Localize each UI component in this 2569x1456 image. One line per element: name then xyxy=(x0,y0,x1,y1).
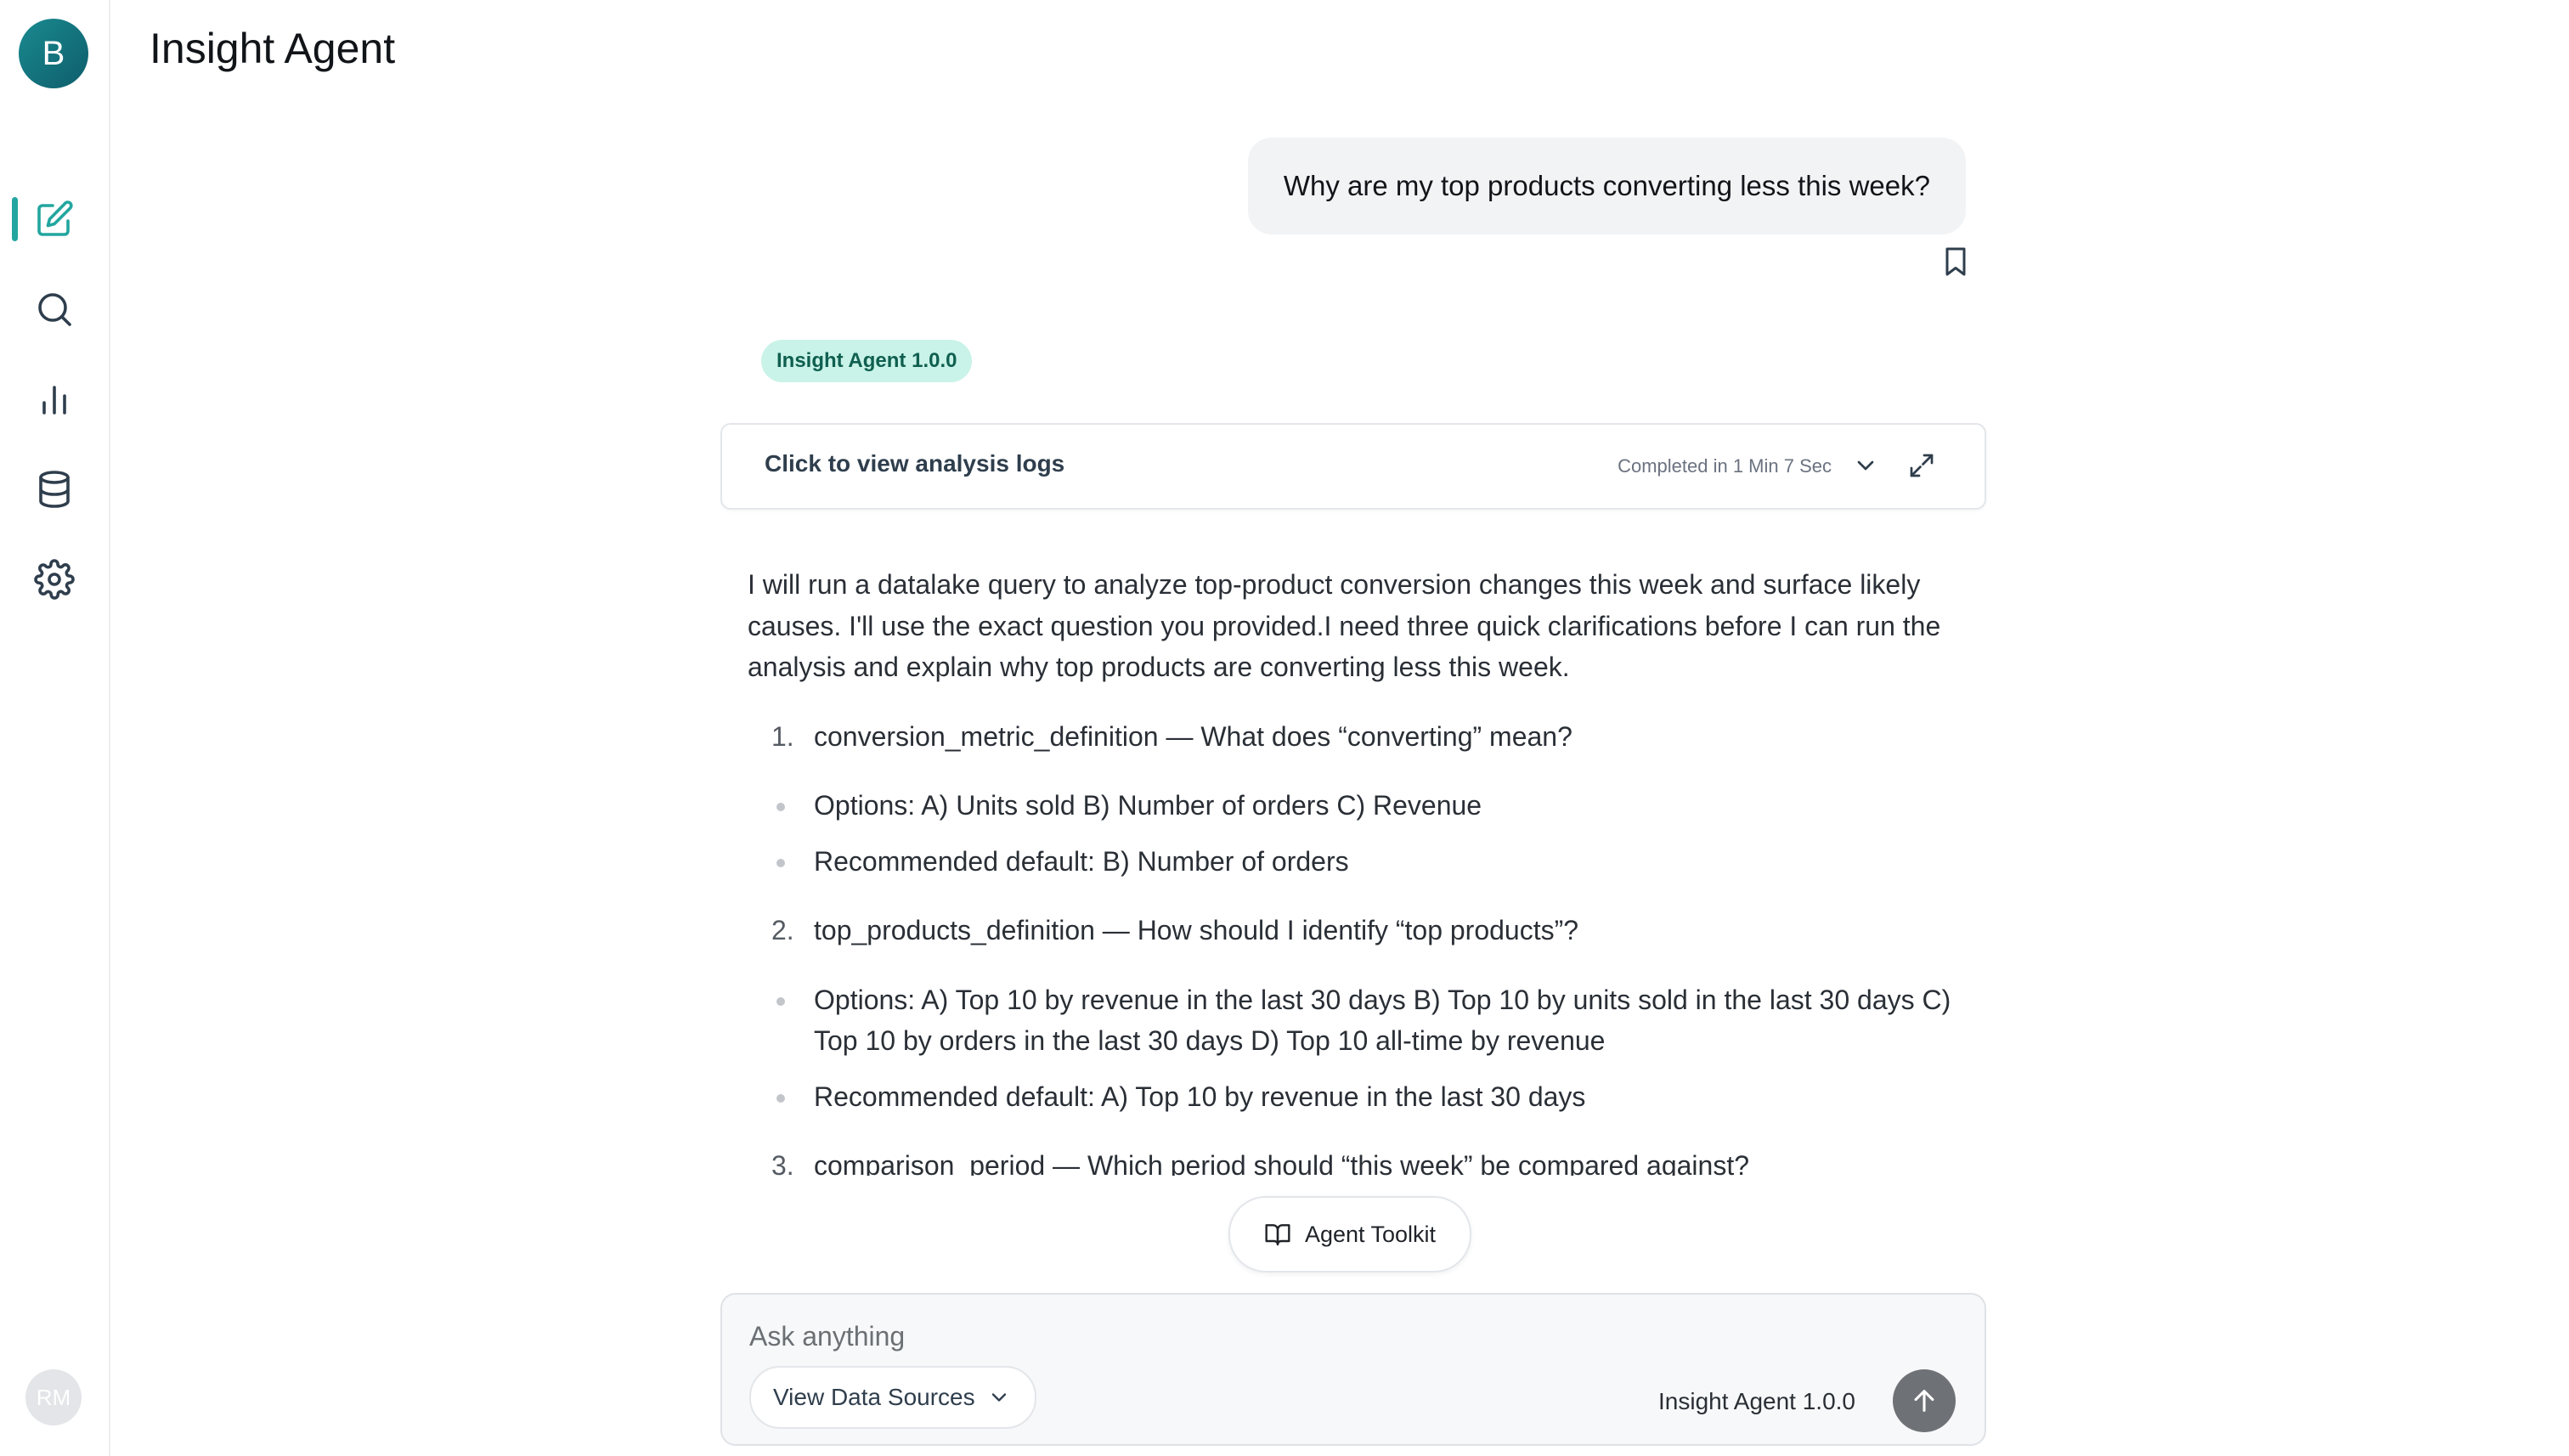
response-intro: I will run a datalake query to analyze t… xyxy=(748,569,1941,682)
sidebar-item-new-chat[interactable] xyxy=(25,190,83,248)
sidebar-item-settings[interactable] xyxy=(25,550,83,608)
bookmark-icon[interactable] xyxy=(1939,245,1973,279)
sidebar-item-analytics[interactable] xyxy=(25,370,83,428)
agent-toolkit-button[interactable]: Agent Toolkit xyxy=(1228,1196,1471,1273)
arrow-up-icon xyxy=(1914,1390,1934,1412)
analytics-icon xyxy=(42,386,66,415)
analysis-logs-card[interactable]: Click to view analysis logs Completed in… xyxy=(720,423,1986,510)
agent-version-badge: Insight Agent 1.0.0 xyxy=(761,340,973,382)
active-indicator xyxy=(12,197,18,241)
clarification-question: 3. comparison_period — Which period shou… xyxy=(748,1145,1971,1176)
send-button[interactable] xyxy=(1893,1369,1956,1432)
expand-icon[interactable] xyxy=(1906,450,1937,481)
analysis-logs-label[interactable]: Click to view analysis logs xyxy=(765,450,1064,477)
agent-response: I will run a datalake query to analyze t… xyxy=(748,564,1971,1176)
clarification-question: 2. top_products_definition — How should … xyxy=(748,910,1971,951)
agent-toolkit-label: Agent Toolkit xyxy=(1304,1221,1437,1247)
database-icon xyxy=(39,471,70,508)
sidebar-item-search[interactable] xyxy=(25,280,83,338)
sidebar-item-database[interactable] xyxy=(25,460,83,518)
brand-logo[interactable]: B xyxy=(19,19,88,88)
list-item: Options: A) Top 10 by revenue in the las… xyxy=(748,979,1971,1062)
page-title: Insight Agent xyxy=(150,25,396,72)
book-icon xyxy=(1265,1224,1290,1246)
brand-logo-letter: B xyxy=(42,34,65,72)
view-data-sources-button[interactable]: View Data Sources xyxy=(749,1366,1036,1429)
chat-input[interactable] xyxy=(749,1315,1854,1357)
search-icon xyxy=(38,293,71,326)
chevron-down-icon[interactable] xyxy=(1852,452,1879,479)
analysis-status: Completed in 1 Min 7 Sec xyxy=(1618,455,1832,477)
user-message-bubble: Why are my top products converting less … xyxy=(1247,138,1966,234)
model-label: Insight Agent 1.0.0 xyxy=(1658,1388,1855,1414)
message-composer: View Data Sources Insight Agent 1.0.0 xyxy=(720,1293,1986,1446)
list-item: Recommended default: B) Number of orders xyxy=(748,841,1971,883)
user-message-text: Why are my top products converting less … xyxy=(1283,170,1930,201)
list-item: Options: A) Units sold B) Number of orde… xyxy=(748,785,1971,827)
question-title: comparison_period — Which period should … xyxy=(814,1150,1750,1176)
user-initials: RM xyxy=(36,1384,71,1410)
question-number: 3. xyxy=(771,1150,794,1176)
view-data-sources-label: View Data Sources xyxy=(773,1384,975,1410)
user-avatar[interactable]: RM xyxy=(25,1369,82,1425)
new-chat-icon xyxy=(37,200,73,236)
question-title: conversion_metric_definition — What does… xyxy=(814,720,1572,752)
list-item: Recommended default: A) Top 10 by revenu… xyxy=(748,1076,1971,1118)
question-options-list: Options: A) Top 10 by revenue in the las… xyxy=(748,979,1971,1118)
question-options-list: Options: A) Units sold B) Number of orde… xyxy=(748,785,1971,882)
settings-icon xyxy=(34,559,75,600)
chevron-down-icon xyxy=(991,1393,1006,1402)
clarification-question: 1. conversion_metric_definition — What d… xyxy=(748,716,1971,758)
question-title: top_products_definition — How should I i… xyxy=(814,915,1579,945)
sidebar: B RM xyxy=(0,0,110,1456)
question-number: 2. xyxy=(771,915,794,945)
question-number: 1. xyxy=(771,720,794,752)
